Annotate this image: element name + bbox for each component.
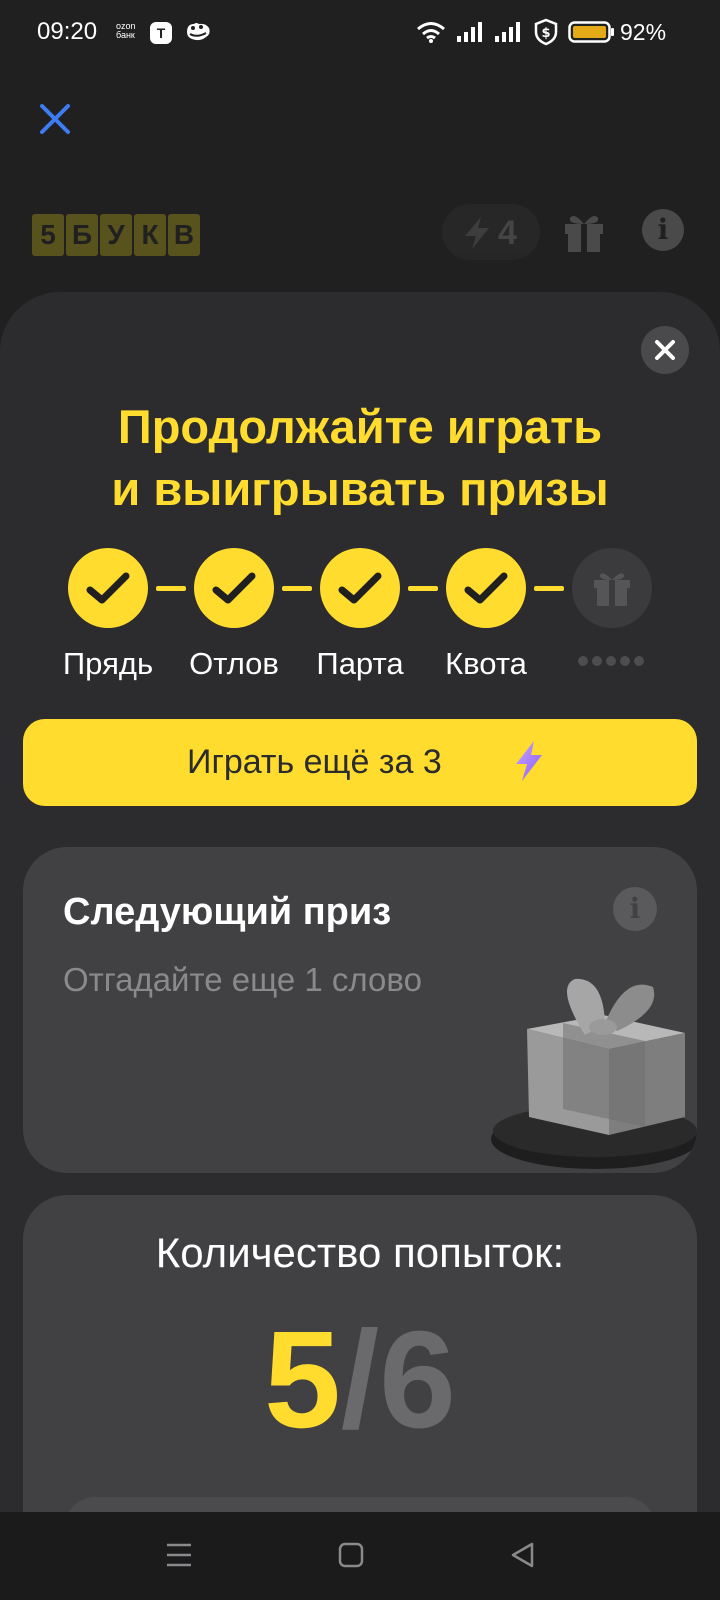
step-label: Парта bbox=[316, 646, 404, 681]
close-icon[interactable] bbox=[36, 100, 74, 138]
step-connector bbox=[156, 586, 186, 591]
step-connector bbox=[534, 586, 564, 591]
game-logo: 5 Б У К В bbox=[32, 214, 200, 256]
battery-percent: 92% bbox=[620, 19, 667, 45]
step-done-icon bbox=[194, 548, 274, 628]
status-bar: 09:20 ozon банк T $ 92% bbox=[0, 0, 720, 64]
sheet-title-line1: Продолжайте играть bbox=[117, 400, 603, 453]
gift-box-illustration bbox=[491, 978, 697, 1169]
lightning-icon bbox=[516, 741, 542, 781]
signal-icon bbox=[495, 22, 520, 42]
info-icon[interactable]: i bbox=[642, 209, 684, 251]
step-label: Прядь bbox=[62, 646, 154, 681]
logo-letter: В bbox=[168, 214, 200, 256]
logo-letter: 5 bbox=[32, 214, 64, 256]
svg-text:$: $ bbox=[541, 26, 550, 41]
step-connector bbox=[282, 586, 312, 591]
status-time: 09:20 bbox=[37, 18, 98, 45]
logo-letter: К bbox=[134, 214, 166, 256]
attempts-separator: / bbox=[340, 1303, 380, 1457]
play-again-label: Играть ещё за 3 bbox=[187, 743, 442, 781]
bank-text: банк bbox=[116, 30, 135, 40]
attempts-title: Количество попыток: bbox=[155, 1229, 565, 1276]
next-prize-card: Следующий приз Отгадайте еще 1 слово i bbox=[23, 847, 697, 1173]
t-bank-notification-icon: T bbox=[150, 22, 172, 44]
close-sheet-icon[interactable] bbox=[641, 326, 689, 374]
back-icon[interactable] bbox=[508, 1540, 538, 1570]
attempts-max: 6 bbox=[379, 1303, 456, 1457]
battery-icon bbox=[568, 21, 614, 43]
step-done-icon bbox=[68, 548, 148, 628]
frog-notification-icon bbox=[187, 23, 210, 41]
next-prize-title: Следующий приз bbox=[63, 891, 392, 933]
gift-icon[interactable] bbox=[562, 210, 606, 254]
step-gift-icon bbox=[572, 548, 652, 628]
wifi-icon bbox=[417, 22, 445, 43]
step-label: Отлов bbox=[189, 646, 279, 681]
step-done-icon bbox=[320, 548, 400, 628]
ozon-bank-notification-icon: ozon банк bbox=[116, 22, 136, 40]
step-connector bbox=[408, 586, 438, 591]
home-icon[interactable] bbox=[336, 1540, 366, 1570]
step-label: Квота bbox=[445, 646, 527, 681]
prize-info-icon[interactable]: i bbox=[613, 887, 657, 931]
attempts-value: 5/6 bbox=[23, 1305, 697, 1455]
hidden-word-dots bbox=[578, 656, 644, 666]
logo-letter: У bbox=[100, 214, 132, 256]
system-navigation-bar bbox=[0, 1512, 720, 1600]
energy-count: 4 bbox=[498, 214, 517, 252]
word-progress: Прядь Отлов Парта Квота bbox=[0, 548, 720, 688]
signal-icon bbox=[457, 22, 482, 42]
vpn-shield-icon: $ bbox=[534, 18, 558, 46]
lightning-icon bbox=[465, 217, 489, 249]
sheet-title-line2: и выигрывать призы bbox=[111, 462, 609, 515]
logo-letter: Б bbox=[66, 214, 98, 256]
sheet-title: Продолжайте играть и выигрывать призы bbox=[0, 396, 720, 520]
menu-icon[interactable] bbox=[164, 1540, 194, 1570]
attempts-current: 5 bbox=[264, 1303, 341, 1457]
play-again-button[interactable]: Играть ещё за 3 bbox=[23, 719, 697, 806]
step-done-icon bbox=[446, 548, 526, 628]
energy-counter[interactable]: 4 bbox=[442, 204, 540, 260]
next-prize-subtitle: Отгадайте еще 1 слово bbox=[63, 961, 422, 998]
